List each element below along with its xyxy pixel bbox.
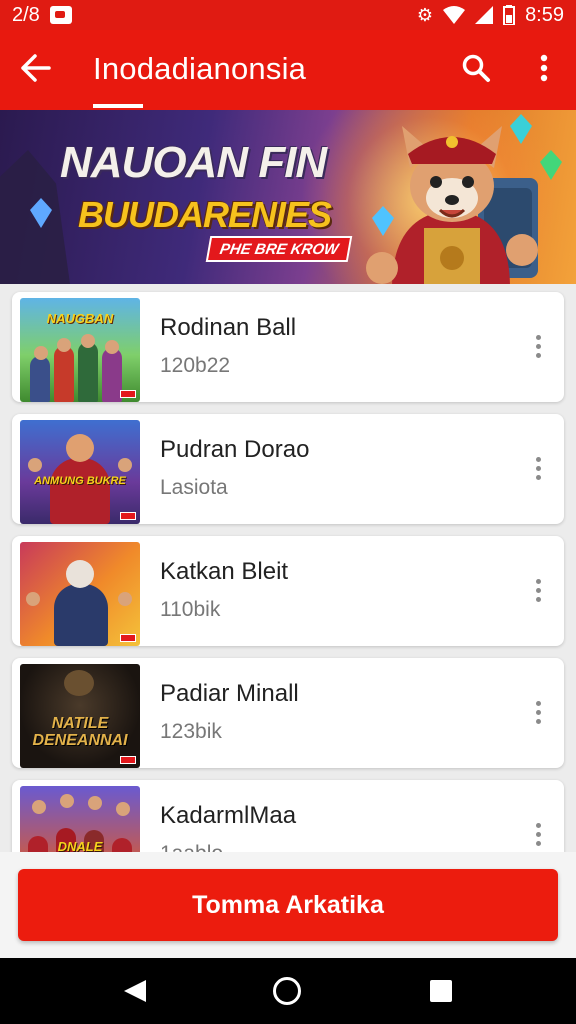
list-item[interactable]: Katkan Bleit 110bik <box>12 536 564 646</box>
wifi-icon <box>443 6 466 24</box>
thumbnail-label: NAUGBAN <box>46 311 114 326</box>
item-title: Pudran Dorao <box>160 436 310 463</box>
battery-icon <box>503 5 516 25</box>
primary-action-button[interactable]: Tomma Arkatika <box>18 869 558 941</box>
item-subtitle: 123bik <box>160 720 222 743</box>
game-thumbnail: ANMUNG BUKRE <box>20 420 140 524</box>
item-title: Rodinan Ball <box>160 314 297 341</box>
banner-tag: PHE BRE KROW <box>205 236 353 262</box>
mascot-fox-icon <box>366 126 538 284</box>
banner-title: NAUOAN FIN <box>60 138 327 187</box>
back-arrow-icon <box>21 54 51 82</box>
item-subtitle: 120b22 <box>160 354 231 377</box>
item-more-button[interactable] <box>524 694 552 730</box>
banner-subtitle: BUUDARENIES <box>78 194 332 235</box>
item-more-button[interactable] <box>524 328 552 364</box>
item-more-button[interactable] <box>524 450 552 486</box>
promo-banner[interactable]: NAUOAN FIN BUUDARENIES PHE BRE KROW <box>0 110 576 284</box>
list-item[interactable]: ANMUNG BUKRE Pudran Dorao Lasiota <box>12 414 564 524</box>
thumbnail-label: ANMUNG BUKRE <box>34 475 126 487</box>
item-title: Katkan Bleit <box>160 558 289 585</box>
title-underline <box>93 104 143 108</box>
list-item[interactable]: NAUGBAN Rodinan Ball 120b22 <box>12 292 564 402</box>
item-more-button[interactable] <box>524 816 552 852</box>
item-more-button[interactable] <box>524 572 552 608</box>
notification-icon <box>49 6 72 24</box>
status-time: 8:59 <box>525 3 564 26</box>
thumbnail-label: NATILE DENEANNAI <box>32 715 128 749</box>
item-title: KadarmlMaa <box>160 802 297 829</box>
signal-icon <box>475 6 494 24</box>
search-icon <box>462 54 490 82</box>
system-nav-bar <box>0 958 576 1024</box>
nav-home-icon[interactable] <box>273 977 301 1005</box>
game-thumbnail <box>20 542 140 646</box>
app-screen: 2/8 ⚙ 8:59 Inodadianonsia NAUOAN FIN BUU… <box>0 0 576 1024</box>
search-button[interactable] <box>456 48 496 88</box>
item-title: Padiar Minall <box>160 680 299 707</box>
more-options-button[interactable] <box>524 48 564 88</box>
app-bar: Inodadianonsia <box>0 30 576 110</box>
status-bar: 2/8 ⚙ 8:59 <box>0 0 576 30</box>
item-subtitle: 110bik <box>160 598 221 621</box>
app-title: Inodadianonsia <box>93 51 307 86</box>
item-subtitle: Lasiota <box>160 476 228 499</box>
status-left-text: 2/8 <box>12 3 40 26</box>
nav-recents-icon[interactable] <box>430 980 452 1002</box>
game-thumbnail: NATILE DENEANNAI <box>20 664 140 768</box>
list-item[interactable]: NATILE DENEANNAI Padiar Minall 123bik <box>12 658 564 768</box>
more-vert-icon <box>540 54 548 82</box>
game-thumbnail: NAUGBAN <box>20 298 140 402</box>
bottom-action-area: Tomma Arkatika <box>0 852 576 958</box>
settings-icon: ⚙ <box>416 5 434 25</box>
back-button[interactable] <box>16 48 56 88</box>
nav-back-icon[interactable] <box>122 978 148 1004</box>
